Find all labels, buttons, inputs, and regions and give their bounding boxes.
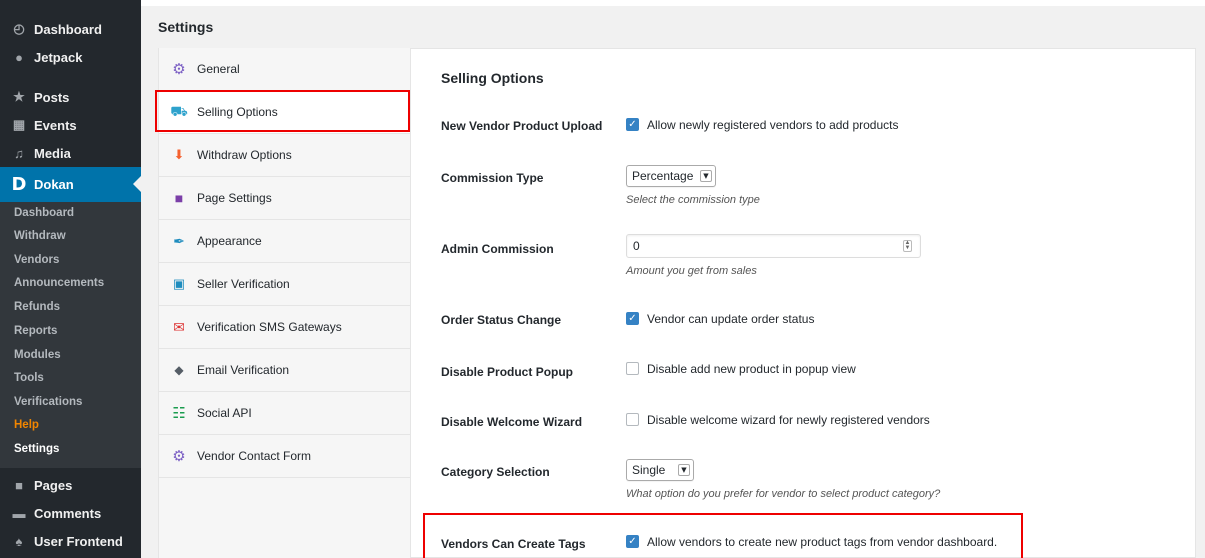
page-title: Settings	[158, 19, 214, 35]
submenu-settings[interactable]: Settings	[14, 443, 59, 455]
submenu-reports[interactable]: Reports	[14, 325, 57, 337]
submenu-modules[interactable]: Modules	[14, 349, 61, 361]
dokan-icon: D	[11, 174, 27, 195]
lock-icon: ▣	[172, 276, 186, 291]
submenu-refunds[interactable]: Refunds	[14, 301, 60, 313]
pin-icon: ★	[13, 89, 25, 104]
network-icon: ☷	[172, 405, 186, 422]
upload-text: Allow newly registered vendors to add pr…	[647, 118, 899, 132]
nav-label: Verification SMS Gateways	[197, 320, 342, 334]
menu-dokan[interactable]: D Dokan	[0, 167, 141, 202]
order-status-text: Vendor can update order status	[647, 312, 815, 326]
nav-label: Email Verification	[197, 363, 290, 377]
shield-icon: ◆	[174, 363, 184, 377]
nav-withdraw-options[interactable]: ⬇ Withdraw Options	[159, 134, 411, 177]
withdraw-icon: ⬇	[173, 147, 185, 162]
envelope-icon: ✉	[173, 318, 185, 335]
commission-type-label: Commission Type	[441, 171, 544, 185]
brush-icon: ✒	[173, 232, 185, 249]
menu-jetpack[interactable]: ● Jetpack	[0, 40, 141, 74]
wizard-label: Disable Welcome Wizard	[441, 415, 583, 429]
nav-label: Vendor Contact Form	[197, 449, 312, 463]
submenu-help[interactable]: Help	[14, 419, 39, 431]
admin-commission-label: Admin Commission	[441, 242, 554, 256]
submenu-tools[interactable]: Tools	[14, 372, 44, 384]
commission-type-desc: Select the commission type	[626, 194, 760, 206]
pages-icon: ■	[15, 477, 23, 493]
comments-icon: ▬	[12, 505, 26, 521]
popup-label: Disable Product Popup	[441, 365, 574, 379]
category-desc: What option do you prefer for vendor to …	[626, 488, 941, 500]
tags-checkbox[interactable]: ✓	[626, 535, 639, 548]
menu-user-frontend[interactable]: ♠ User Frontend	[0, 524, 141, 558]
chevron-down-icon: ▼	[678, 464, 690, 476]
selling-options-highlight	[155, 90, 410, 132]
menu-media[interactable]: ♫ Media	[0, 136, 141, 170]
nav-label: Social API	[197, 406, 252, 420]
popup-checkbox[interactable]	[626, 362, 639, 375]
section-title: Selling Options	[441, 70, 544, 86]
admin-commission-desc: Amount you get from sales	[626, 265, 757, 277]
tags-label: Vendors Can Create Tags	[441, 537, 586, 551]
submenu-vendors[interactable]: Vendors	[14, 254, 59, 266]
wizard-text: Disable welcome wizard for newly registe…	[647, 413, 930, 427]
gear-icon: ⚙	[172, 448, 186, 465]
category-label: Category Selection	[441, 465, 550, 479]
top-strip	[141, 0, 1205, 6]
nav-seller-verification[interactable]: ▣ Seller Verification	[159, 263, 411, 306]
popup-text: Disable add new product in popup view	[647, 362, 856, 376]
order-status-checkbox[interactable]: ✓	[626, 312, 639, 325]
submenu-withdraw[interactable]: Withdraw	[14, 230, 66, 242]
menu-label: Dokan	[34, 177, 74, 192]
menu-label: Events	[34, 117, 77, 133]
menu-label: Posts	[34, 89, 70, 105]
order-status-label: Order Status Change	[441, 313, 562, 327]
upload-label: New Vendor Product Upload	[441, 119, 603, 133]
menu-label: Media	[34, 145, 71, 161]
nav-label: Page Settings	[197, 191, 272, 205]
chevron-down-icon: ▼	[700, 170, 712, 182]
admin-commission-input[interactable]: 0 ▲ ▼	[626, 234, 921, 258]
nav-verification-sms[interactable]: ✉ Verification SMS Gateways	[159, 306, 411, 349]
nav-label: Withdraw Options	[197, 148, 292, 162]
menu-label: Comments	[34, 505, 102, 521]
upload-checkbox[interactable]: ✓	[626, 118, 639, 131]
submenu-dashboard[interactable]: Dashboard	[14, 207, 74, 219]
jetpack-icon: ●	[15, 49, 23, 65]
commission-type-value: Percentage	[632, 169, 694, 183]
nav-label: Appearance	[197, 234, 262, 248]
dokan-submenu: Dashboard Withdraw Vendors Announcements…	[0, 202, 141, 468]
nav-email-verification[interactable]: ◆ Email Verification	[159, 349, 411, 392]
menu-label: User Frontend	[34, 533, 123, 549]
nav-vendor-contact-form[interactable]: ⚙ Vendor Contact Form	[159, 435, 411, 478]
spinner-icon[interactable]: ▲ ▼	[903, 240, 912, 252]
dashboard-icon: ◴	[13, 21, 25, 36]
nav-label: Seller Verification	[197, 277, 290, 291]
calendar-icon: ▦	[12, 117, 26, 132]
nav-appearance[interactable]: ✒ Appearance	[159, 220, 411, 263]
wizard-checkbox[interactable]	[626, 413, 639, 426]
submenu-verifications[interactable]: Verifications	[14, 396, 82, 408]
gear-icon: ⚙	[172, 61, 186, 78]
category-value: Single	[632, 463, 666, 477]
menu-label: Pages	[34, 477, 73, 493]
nav-social-api[interactable]: ☷ Social API	[159, 392, 411, 435]
menu-label: Jetpack	[34, 49, 83, 65]
admin-commission-value: 0	[633, 239, 640, 253]
nav-page-settings[interactable]: ■ Page Settings	[159, 177, 411, 220]
menu-label: Dashboard	[34, 21, 102, 37]
tags-text: Allow vendors to create new product tags…	[647, 535, 998, 549]
commission-type-select[interactable]: Percentage ▼	[626, 165, 716, 187]
admin-sidebar: ◴ Dashboard ● Jetpack ★ Posts ▦ Events ♫ Medi…	[0, 0, 141, 558]
submenu-announcements[interactable]: Announcements	[14, 277, 104, 289]
category-select[interactable]: Single ▼	[626, 459, 694, 481]
media-icon: ♫	[14, 145, 24, 161]
nav-general[interactable]: ⚙ General	[159, 48, 411, 91]
nav-label: General	[197, 62, 240, 76]
user-frontend-icon: ♠	[15, 533, 23, 549]
page-icon: ■	[174, 190, 184, 206]
